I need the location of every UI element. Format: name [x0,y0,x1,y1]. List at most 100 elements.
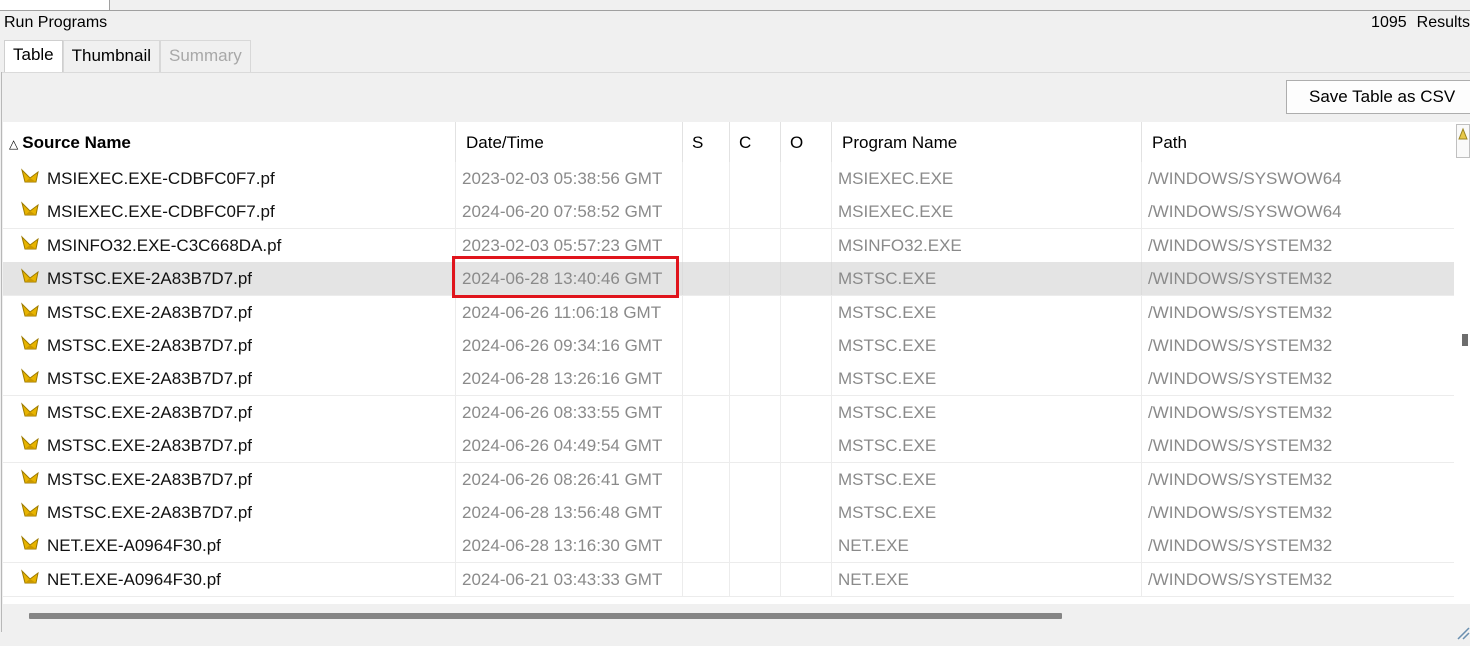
column-header-o[interactable]: O [781,122,832,162]
window-top-strip [0,0,1470,11]
cell-date-time: 2024-06-26 04:49:54 GMT [456,429,683,463]
cell-program-name: MSTSC.EXE [832,262,1142,296]
cell-s [683,395,730,429]
cell-date-time: 2024-06-20 07:58:52 GMT [456,195,683,229]
table-row[interactable]: MSTSC.EXE-2A83B7D7.pf 2024-06-26 08:33:55… [3,395,1454,430]
table-row[interactable]: MSIEXEC.EXE-CDBFC0F7.pf 2023-02-03 05:38:… [3,162,1454,196]
column-header-program-name[interactable]: Program Name [832,122,1142,162]
save-table-as-csv-button[interactable]: Save Table as CSV [1286,80,1470,114]
cell-program-name: MSTSC.EXE [832,329,1142,362]
cell-c [730,562,781,596]
prefetch-file-icon [21,402,39,417]
cell-c [730,195,781,229]
cell-date-time: 2024-06-28 13:16:30 GMT [456,529,683,563]
column-header-date-time[interactable]: Date/Time [456,122,683,162]
column-header-source-name[interactable]: △ Source Name [3,122,456,162]
panel-left-border [1,72,2,632]
cell-program-name: NET.EXE [832,529,1142,563]
cell-path: /WINDOWS/SYSTEM32 [1148,436,1333,456]
table-row[interactable]: MSTSC.EXE-2A83B7D7.pf 2024-06-26 09:34:16… [3,329,1454,363]
vertical-scrollbar[interactable] [1454,122,1470,604]
table-row[interactable]: MSTSC.EXE-2A83B7D7.pf 2024-06-26 08:26:41… [3,462,1454,497]
column-header-s[interactable]: S [683,122,730,162]
cell-source-name: MSTSC.EXE-2A83B7D7.pf [3,462,456,496]
prefetch-file-icon [21,368,39,383]
cell-s [683,362,730,396]
cell-date-time: 2024-06-28 13:56:48 GMT [456,496,683,529]
result-count: 1095 Results [1371,14,1470,32]
table-row[interactable]: MSTSC.EXE-2A83B7D7.pf 2024-06-28 13:56:48… [3,496,1454,530]
prefetch-file-icon [21,502,39,517]
cell-o [781,462,832,496]
cell-program-name: MSTSC.EXE [832,295,1142,329]
cell-o [781,562,832,596]
cell-program-name: MSTSC.EXE [832,429,1142,463]
table-row[interactable]: MSTSC.EXE-2A83B7D7.pf 2024-06-28 13:40:46… [3,262,1454,297]
cell-source-name: NET.EXE-A0964F30.pf [3,529,456,563]
result-count-number: 1095 [1371,14,1407,31]
parent-tab[interactable] [0,0,110,11]
prefetch-file-icon [21,301,39,317]
table-row[interactable]: NET.EXE-A0964F30.pf 2024-06-21 03:43:33 G… [3,562,1454,597]
table-row[interactable]: MSTSC.EXE-2A83B7D7.pf 2024-06-26 04:49:54… [3,429,1454,464]
tab-panel-border [2,72,1470,73]
cell-date-time: 2023-02-03 05:57:23 GMT [456,228,683,262]
cell-date-time: 2023-02-03 05:38:56 GMT [456,162,683,195]
cell-date-time: 2024-06-21 03:43:33 GMT [456,562,683,596]
table-row[interactable]: MSTSC.EXE-2A83B7D7.pf 2024-06-26 11:06:18… [3,295,1454,330]
cell-source-name: MSTSC.EXE-2A83B7D7.pf [3,429,456,463]
cell-program-name: MSIEXEC.EXE [832,162,1142,195]
cell-program-name: MSTSC.EXE [832,496,1142,529]
cell-path: /WINDOWS/SYSTEM32 [1148,569,1333,589]
cell-s [683,529,730,563]
cell-o [781,529,832,563]
cell-s [683,195,730,229]
cell-o [781,496,832,529]
cell-s [683,295,730,329]
table-row[interactable]: MSIEXEC.EXE-CDBFC0F7.pf 2024-06-20 07:58:… [3,195,1454,230]
cell-path: /WINDOWS/SYSWOW64 [1148,169,1342,188]
column-header-c[interactable]: C [730,122,781,162]
cell-c [730,496,781,529]
resize-grip-icon[interactable] [1456,626,1470,640]
cell-program-name: MSINFO32.EXE [832,228,1142,262]
cell-c [730,529,781,563]
prefetch-file-icon [21,535,39,550]
cell-path: /WINDOWS/SYSTEM32 [1148,402,1333,422]
cell-o [781,329,832,362]
horizontal-scrollbar[interactable] [3,604,1470,628]
result-count-label: Results [1416,14,1470,31]
cell-source-name: MSIEXEC.EXE-CDBFC0F7.pf [3,162,456,195]
cell-s [683,228,730,262]
cell-program-name: NET.EXE [832,562,1142,596]
tab-table[interactable]: Table [4,40,63,72]
table-row[interactable]: MSINFO32.EXE-C3C668DA.pf 2023-02-03 05:57… [3,228,1454,263]
cell-date-time: 2024-06-28 13:26:16 GMT [456,362,683,396]
cell-date-time: 2024-06-26 08:33:55 GMT [456,395,683,429]
table-row[interactable]: MSTSC.EXE-2A83B7D7.pf 2024-06-28 13:26:16… [3,362,1454,397]
prefetch-file-icon [21,335,39,350]
cell-c [730,262,781,296]
cell-path: /WINDOWS/SYSTEM32 [1148,235,1333,255]
tab-thumbnail[interactable]: Thumbnail [62,40,161,72]
column-header-path[interactable]: Path [1142,122,1454,162]
cell-source-name: MSTSC.EXE-2A83B7D7.pf [3,329,456,362]
column-picker-icon[interactable] [1456,124,1470,158]
cell-source-name: MSTSC.EXE-2A83B7D7.pf [3,395,456,429]
cell-o [781,362,832,396]
cell-date-time: 2024-06-26 09:34:16 GMT [456,329,683,362]
sort-ascending-icon: △ [9,137,19,151]
horizontal-scroll-thumb[interactable] [29,613,1062,619]
cell-c [730,329,781,362]
cell-s [683,329,730,362]
cell-c [730,429,781,463]
vertical-scroll-thumb[interactable] [1462,334,1468,346]
cell-program-name: MSTSC.EXE [832,362,1142,396]
cell-date-time: 2024-06-26 08:26:41 GMT [456,462,683,496]
cell-path: /WINDOWS/SYSTEM32 [1148,536,1333,556]
cell-c [730,362,781,396]
cell-c [730,162,781,195]
table-row[interactable]: NET.EXE-A0964F30.pf 2024-06-28 13:16:30 G… [3,529,1454,564]
prefetch-file-icon [21,235,39,250]
cell-source-name: MSTSC.EXE-2A83B7D7.pf [3,295,456,329]
